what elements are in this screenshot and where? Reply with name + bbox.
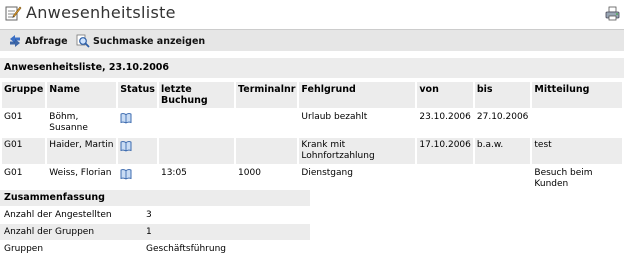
summary-row-angestellte: Anzahl der Angestellten 3	[0, 207, 310, 223]
table-row: G01 Weiss, Florian 13:05 1000 Dienstgang…	[2, 166, 622, 192]
cell-terminalnr	[236, 110, 298, 136]
cell-bis: b.a.w.	[474, 138, 531, 164]
cell-name: Weiss, Florian	[47, 166, 117, 192]
col-von: von	[417, 82, 473, 108]
abfrage-button[interactable]: Abfrage	[8, 33, 68, 49]
col-bis: bis	[474, 82, 531, 108]
cell-mitteilung: test	[532, 138, 622, 164]
cell-letzte-buchung: 13:05	[158, 166, 235, 192]
cell-von: 17.10.2006	[417, 138, 473, 164]
notepad-icon	[5, 6, 22, 21]
cell-name: Haider, Martin	[47, 138, 117, 164]
summary-row-gruppen-count: Anzahl der Gruppen 1	[0, 224, 310, 240]
attendance-table: Gruppe Name Status letzte Buchung Termin…	[0, 80, 624, 194]
title-bar: Anwesenheitsliste	[0, 0, 624, 28]
cell-fehlgrund: Urlaub bezahlt	[299, 110, 416, 136]
cell-gruppe: G01	[2, 138, 46, 164]
table-row: G01 Böhm, Susanne Urlaub bezahlt 23.10.2…	[2, 110, 622, 136]
summary-value: 1	[140, 224, 310, 240]
cell-fehlgrund: Krank mit Lohnfortzahlung	[299, 138, 416, 164]
summary-title: Zusammenfassung	[0, 190, 310, 206]
cell-mitteilung	[532, 110, 622, 136]
section-title: Anwesenheitsliste, 23.10.2006	[0, 58, 624, 78]
table-row: G01 Haider, Martin Krank mit Lohnfortzah…	[2, 138, 622, 164]
book-icon[interactable]	[120, 140, 132, 152]
cell-bis	[474, 166, 531, 192]
cell-von	[417, 166, 473, 192]
cell-gruppe: G01	[2, 166, 46, 192]
cell-von: 23.10.2006	[417, 110, 473, 136]
summary-label: Anzahl der Gruppen	[0, 224, 140, 240]
suchmaske-label: Suchmaske anzeigen	[93, 35, 206, 47]
cell-name: Böhm, Susanne	[47, 110, 117, 136]
cell-mitteilung: Besuch beim Kunden	[532, 166, 622, 192]
summary-label: Gruppen	[4, 244, 44, 254]
abfrage-label: Abfrage	[25, 35, 68, 47]
printer-icon[interactable]	[605, 6, 620, 21]
table-header-row: Gruppe Name Status letzte Buchung Termin…	[2, 82, 622, 108]
col-name: Name	[47, 82, 117, 108]
col-gruppe: Gruppe	[2, 82, 46, 108]
summary-value: Geschäftsführung	[146, 244, 226, 254]
arrows-icon	[10, 35, 20, 47]
cell-status	[118, 138, 157, 164]
page-title: Anwesenheitsliste	[26, 3, 176, 22]
cell-terminalnr	[236, 138, 298, 164]
search-icon	[76, 34, 90, 48]
cell-gruppe: G01	[2, 110, 46, 136]
cell-bis: 27.10.2006	[474, 110, 531, 136]
cell-status	[118, 110, 157, 136]
book-icon[interactable]	[120, 112, 132, 124]
cell-fehlgrund: Dienstgang	[299, 166, 416, 192]
toolbar: Abfrage Suchmaske anzeigen	[0, 29, 624, 51]
cell-terminalnr: 1000	[236, 166, 298, 192]
summary-value: 3	[146, 210, 152, 220]
col-fehlgrund: Fehlgrund	[299, 82, 416, 108]
suchmaske-button[interactable]: Suchmaske anzeigen	[76, 33, 205, 49]
col-letzte-buchung: letzte Buchung	[158, 82, 235, 108]
col-status: Status	[118, 82, 157, 108]
summary-label: Anzahl der Angestellten	[4, 210, 112, 220]
col-terminalnr: Terminalnr	[236, 82, 298, 108]
cell-status	[118, 166, 157, 192]
summary-row-gruppen: Gruppen Geschäftsführung	[0, 241, 310, 257]
book-icon[interactable]	[120, 168, 132, 180]
summary-panel: Zusammenfassung Anzahl der Angestellten …	[0, 190, 310, 257]
col-mitteilung: Mitteilung	[532, 82, 622, 108]
cell-letzte-buchung	[158, 138, 235, 164]
cell-letzte-buchung	[158, 110, 235, 136]
